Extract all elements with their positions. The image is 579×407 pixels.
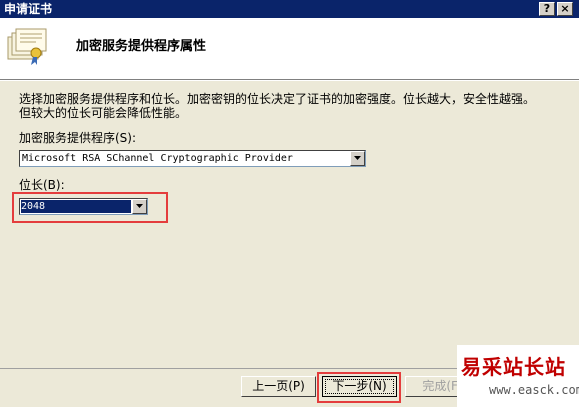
back-button[interactable]: 上一页(P)	[241, 376, 316, 397]
chevron-down-icon	[136, 204, 143, 208]
watermark-site: www.easck.com	[489, 383, 579, 397]
title-bar: 申请证书 ? ×	[0, 0, 579, 18]
bit-length-select-value: 2048	[21, 200, 131, 213]
help-button[interactable]: ?	[539, 2, 555, 16]
csp-label: 加密服务提供程序(S):	[19, 131, 137, 145]
watermark-brand: 易采站长站	[461, 355, 566, 379]
wizard-header: 加密服务提供程序属性	[0, 18, 579, 80]
csp-dropdown-button[interactable]	[350, 151, 365, 166]
header-divider	[0, 80, 579, 81]
chevron-down-icon	[354, 156, 361, 160]
next-button[interactable]: 下一步(N)	[322, 376, 397, 397]
close-button[interactable]: ×	[557, 2, 573, 16]
bit-length-select[interactable]: 2048	[19, 198, 148, 215]
page-title: 加密服务提供程序属性	[76, 39, 207, 54]
certificate-icon	[7, 28, 47, 65]
csp-select[interactable]: Microsoft RSA SChannel Cryptographic Pro…	[19, 150, 366, 167]
window-title: 申请证书	[4, 2, 53, 16]
bit-length-dropdown-button[interactable]	[132, 199, 147, 214]
watermark-logo: 易采站长站 www.easck.com	[457, 345, 579, 407]
description-text: 选择加密服务提供程序和位长。加密密钥的位长决定了证书的加密强度。位长越大，安全性…	[19, 92, 536, 120]
bit-length-label: 位长(B):	[19, 178, 65, 192]
csp-select-value: Microsoft RSA SChannel Cryptographic Pro…	[22, 153, 293, 164]
